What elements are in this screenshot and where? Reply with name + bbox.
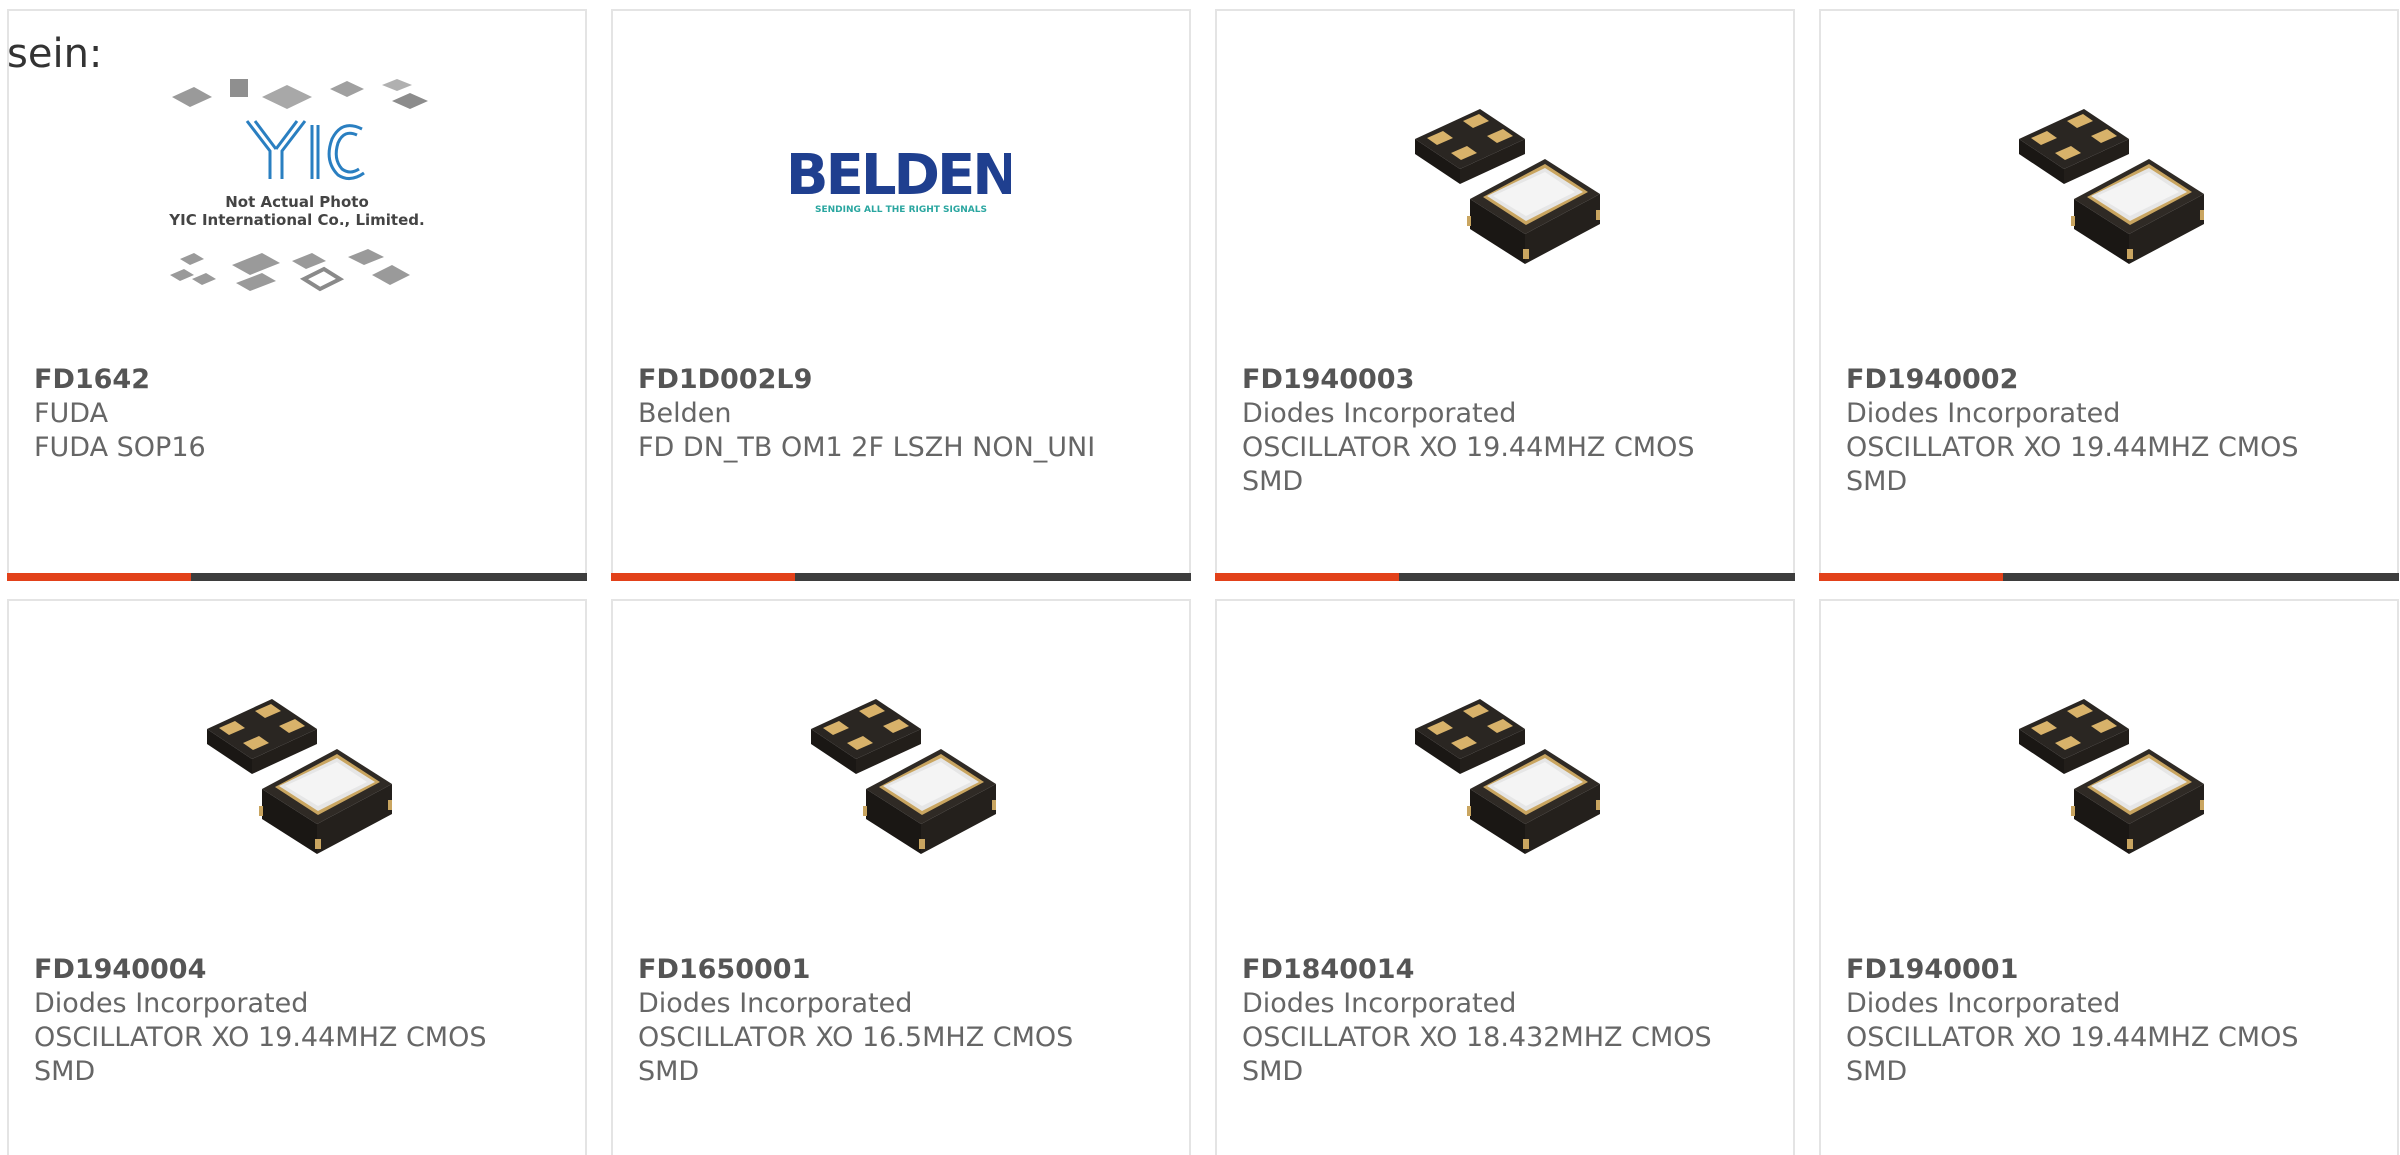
- manufacturer: Diodes Incorporated: [1846, 398, 2121, 429]
- product-info: FD1940001 Diodes Incorporated OSCILLATOR…: [1846, 953, 2372, 1089]
- product-card[interactable]: FD1940004 Diodes Incorporated OSCILLATOR…: [7, 599, 587, 1155]
- description: OSCILLATOR XO 19.44MHZ CMOS SMD: [1846, 432, 2299, 497]
- product-grid-page: sein: Not Actual Photo YIC International…: [0, 0, 2400, 1155]
- card-bottom-bar: [1819, 573, 2399, 581]
- oscillator-chip-image: [1405, 84, 1605, 284]
- oscillator-chip-image: [1405, 674, 1605, 874]
- description: OSCILLATOR XO 19.44MHZ CMOS SMD: [1846, 1022, 2299, 1087]
- product-image: [9, 669, 585, 879]
- description: OSCILLATOR XO 19.44MHZ CMOS SMD: [1242, 432, 1695, 497]
- not-actual-photo-image: Not Actual Photo YIC International Co., …: [168, 79, 428, 292]
- oscillator-chip-image: [197, 674, 397, 874]
- manufacturer: Diodes Incorporated: [1242, 988, 1517, 1019]
- description: FD DN_TB OM1 2F LSZH NON_UNI: [638, 432, 1096, 463]
- part-number[interactable]: FD1840014: [1242, 953, 1768, 987]
- oscillator-chip-image: [2009, 674, 2209, 874]
- card-accent-bar: [1819, 573, 2003, 581]
- product-image: [1821, 669, 2397, 879]
- manufacturer: Diodes Incorporated: [1846, 988, 2121, 1019]
- product-info: FD1940002 Diodes Incorporated OSCILLATOR…: [1846, 363, 2372, 499]
- photo-caption-line2: YIC International Co., Limited.: [168, 211, 424, 229]
- product-card[interactable]: FD1940001 Diodes Incorporated OSCILLATOR…: [1819, 599, 2399, 1155]
- card-bottom-bar: [1215, 573, 1795, 581]
- photo-caption-line1: Not Actual Photo: [225, 193, 369, 211]
- manufacturer: Diodes Incorporated: [638, 988, 913, 1019]
- oscillator-chip-image: [801, 674, 1001, 874]
- manufacturer: Belden: [638, 398, 732, 429]
- part-number[interactable]: FD1940002: [1846, 363, 2372, 397]
- product-image: [1217, 79, 1793, 289]
- manufacturer: FUDA: [34, 398, 109, 429]
- card-bottom-bar: [7, 573, 587, 581]
- product-card[interactable]: BELDEN SENDING ALL THE RIGHT SIGNALS FD1…: [611, 9, 1191, 581]
- product-card[interactable]: FD1650001 Diodes Incorporated OSCILLATOR…: [611, 599, 1191, 1155]
- card-accent-bar: [7, 573, 191, 581]
- part-number[interactable]: FD1650001: [638, 953, 1164, 987]
- product-image: [1821, 79, 2397, 289]
- manufacturer: Diodes Incorporated: [34, 988, 309, 1019]
- part-number[interactable]: FD1D002L9: [638, 363, 1164, 397]
- product-card[interactable]: FD1940003 Diodes Incorporated OSCILLATOR…: [1215, 9, 1795, 581]
- card-accent-bar: [1215, 573, 1399, 581]
- description: OSCILLATOR XO 18.432MHZ CMOS SMD: [1242, 1022, 1712, 1087]
- product-card[interactable]: Not Actual Photo YIC International Co., …: [7, 9, 587, 581]
- brand-tagline: SENDING ALL THE RIGHT SIGNALS: [815, 205, 987, 215]
- product-info: FD1D002L9 Belden FD DN_TB OM1 2F LSZH NO…: [638, 363, 1164, 465]
- product-card[interactable]: FD1840014 Diodes Incorporated OSCILLATOR…: [1215, 599, 1795, 1155]
- part-number[interactable]: FD1642: [34, 363, 560, 397]
- card-accent-bar: [611, 573, 795, 581]
- part-number[interactable]: FD1940001: [1846, 953, 2372, 987]
- part-number[interactable]: FD1940004: [34, 953, 560, 987]
- oscillator-chip-image: [2009, 84, 2209, 284]
- product-image: BELDEN SENDING ALL THE RIGHT SIGNALS: [613, 79, 1189, 289]
- product-info: FD1940004 Diodes Incorporated OSCILLATOR…: [34, 953, 560, 1089]
- description: OSCILLATOR XO 16.5MHZ CMOS SMD: [638, 1022, 1074, 1087]
- card-bottom-bar: [611, 573, 1191, 581]
- product-info: FD1650001 Diodes Incorporated OSCILLATOR…: [638, 953, 1164, 1089]
- product-info: FD1642 FUDA FUDA SOP16: [34, 363, 560, 465]
- product-image: [613, 669, 1189, 879]
- belden-logo: BELDEN SENDING ALL THE RIGHT SIGNALS: [791, 144, 1011, 215]
- product-info: FD1840014 Diodes Incorporated OSCILLATOR…: [1242, 953, 1768, 1089]
- product-info: FD1940003 Diodes Incorporated OSCILLATOR…: [1242, 363, 1768, 499]
- brand-logo-text: BELDEN: [791, 144, 1011, 208]
- manufacturer: Diodes Incorporated: [1242, 398, 1517, 429]
- description: FUDA SOP16: [34, 432, 206, 463]
- product-card[interactable]: FD1940002 Diodes Incorporated OSCILLATOR…: [1819, 9, 2399, 581]
- part-number[interactable]: FD1940003: [1242, 363, 1768, 397]
- product-image: [1217, 669, 1793, 879]
- truncated-text-fragment: sein:: [7, 31, 103, 77]
- product-image: Not Actual Photo YIC International Co., …: [9, 79, 585, 292]
- description: OSCILLATOR XO 19.44MHZ CMOS SMD: [34, 1022, 487, 1087]
